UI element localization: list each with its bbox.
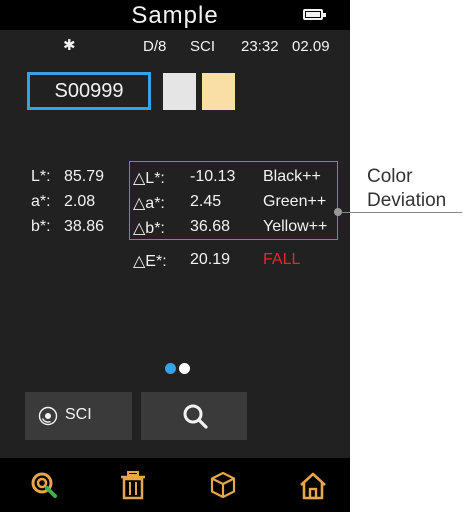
delta-b-value: 36.68 [190,218,231,235]
search-icon [183,404,208,429]
sci-mode-button[interactable]: SCI [25,392,132,440]
geometry-status: D/8 [143,38,167,55]
sample-id-field[interactable]: S00999 [27,72,151,110]
trash-icon[interactable] [119,470,147,500]
sample-swatch [202,73,235,110]
time-status: 23:32 [241,38,279,55]
home-icon[interactable] [297,470,329,502]
delta-a-label: △a*: [133,195,165,212]
callout-line [342,212,462,213]
delta-e-value: 20.19 [190,251,231,268]
a-value: 2.08 [64,193,96,210]
measure-icon[interactable] [29,470,61,502]
title-bar: Sample [0,0,350,30]
delta-e-result: FALL [263,251,301,268]
delta-a-value: 2.45 [190,193,222,210]
search-button[interactable] [141,392,247,440]
page-title: Sample [131,2,219,29]
mode-status: SCI [190,38,216,55]
delta-a-assessment: Green++ [263,193,327,210]
box-icon[interactable] [208,470,238,500]
battery-icon [303,9,326,20]
delta-l-label: △L*: [133,170,165,187]
delta-e-label: △E*: [133,253,167,270]
delta-b-assessment: Yellow++ [263,218,328,235]
b-value: 38.86 [64,218,105,235]
bluetooth-icon: ✱ [63,37,76,54]
page-dot[interactable] [179,363,190,374]
bottom-nav [0,458,350,512]
a-label: a*: [31,193,51,210]
callout-label-line1: Color [367,166,413,187]
delta-l-assessment: Black++ [263,168,321,185]
reference-swatch [163,73,196,110]
l-value: 85.79 [64,168,105,185]
l-label: L*: [31,168,51,185]
delta-b-label: △b*: [133,220,165,237]
callout-anchor [334,208,342,216]
b-label: b*: [31,218,51,235]
delta-l-value: -10.13 [190,168,236,185]
device-screen: Sample ✱ D/8 SCI 23:32 02.09 S00999 L*: … [0,0,350,512]
measure-mode-icon [38,406,58,426]
sci-button-label: SCI [65,406,92,423]
page-dot-active[interactable] [165,363,176,374]
callout-label-line2: Deviation [367,190,447,211]
date-status: 02.09 [292,38,330,55]
